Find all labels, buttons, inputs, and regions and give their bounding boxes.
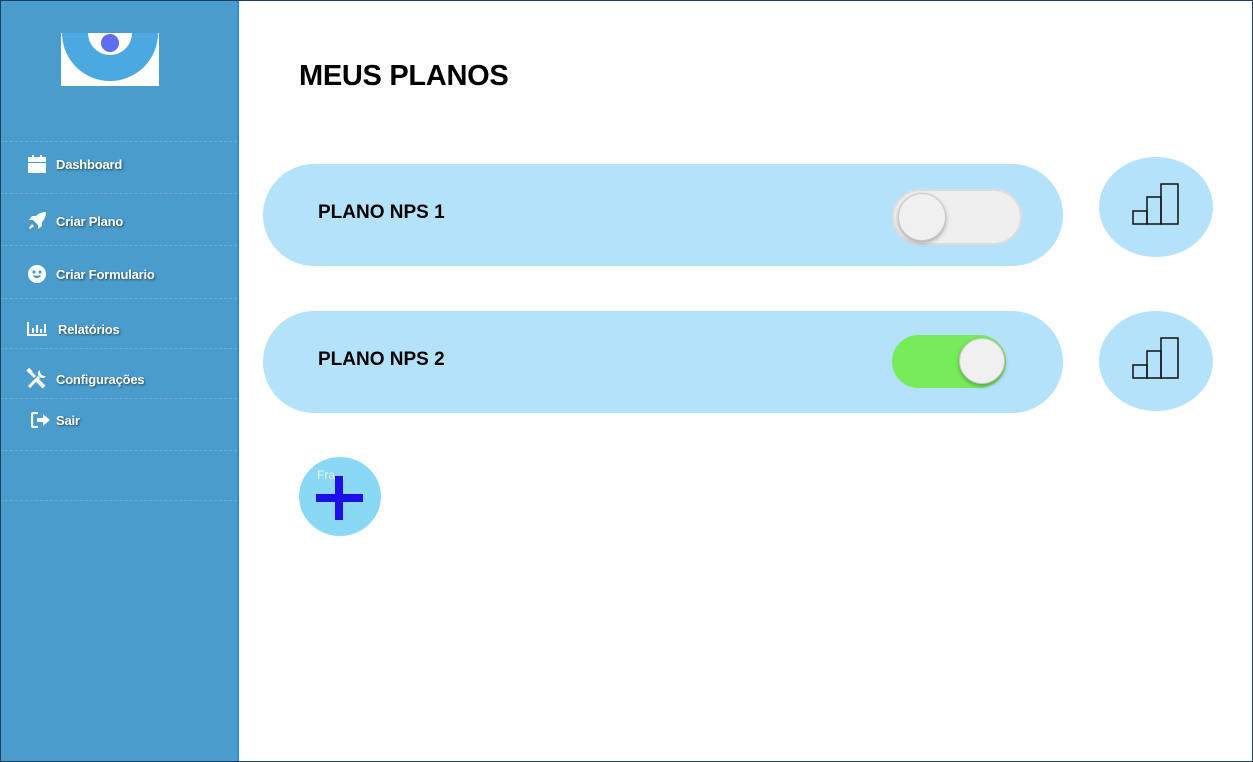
sign-out-icon — [30, 409, 52, 431]
bar-chart-icon — [26, 318, 48, 340]
nav-divider — [0, 450, 237, 451]
plan-report-button[interactable] — [1099, 157, 1213, 257]
logo — [61, 33, 159, 86]
bar-chart-icon — [1131, 182, 1181, 232]
tools-icon — [26, 368, 48, 390]
smiley-icon — [26, 263, 48, 285]
sidebar-item-label: Configurações — [56, 371, 145, 387]
add-plan-button[interactable]: Fra... — [299, 457, 381, 536]
sidebar: Dashboard Criar Plano Criar Formulario R… — [0, 0, 239, 762]
sidebar-item-label: Dashboard — [56, 156, 123, 172]
plan-name: PLANO NPS 2 — [318, 349, 445, 370]
nav-divider — [0, 500, 237, 501]
nav-divider — [0, 193, 237, 194]
bar-chart-icon — [1131, 336, 1181, 386]
sidebar-item-label: Criar Plano — [56, 213, 124, 229]
nav-divider — [0, 245, 237, 246]
sidebar-item-label: Criar Formulario — [56, 266, 155, 282]
nav-divider — [0, 348, 237, 349]
plan-card: PLANO NPS 1 — [263, 164, 1063, 266]
plan-toggle[interactable] — [892, 189, 1022, 245]
plan-name: PLANO NPS 1 — [318, 202, 445, 223]
sidebar-item-sair[interactable]: Sair — [0, 405, 237, 435]
nav-divider — [0, 141, 237, 142]
calendar-icon — [26, 153, 48, 175]
sidebar-item-criar-plano[interactable]: Criar Plano — [0, 206, 237, 236]
plan-report-button[interactable] — [1099, 311, 1213, 411]
toggle-knob — [898, 193, 946, 241]
sidebar-item-label: Sair — [56, 412, 80, 428]
plan-toggle[interactable] — [892, 335, 1006, 388]
sidebar-item-relatorios[interactable]: Relatórios — [0, 314, 237, 344]
toggle-knob — [959, 338, 1005, 384]
plus-icon — [316, 476, 364, 525]
sidebar-item-dashboard[interactable]: Dashboard — [0, 149, 237, 179]
page-title: MEUS PLANOS — [299, 60, 509, 92]
sidebar-item-label: Relatórios — [58, 321, 120, 337]
sidebar-item-criar-formulario[interactable]: Criar Formulario — [0, 259, 237, 289]
rocket-icon — [26, 210, 48, 232]
nav-divider — [0, 298, 237, 299]
nav-divider — [0, 398, 237, 399]
plan-card: PLANO NPS 2 — [263, 311, 1063, 413]
sidebar-item-configuracoes[interactable]: Configurações — [0, 364, 237, 394]
